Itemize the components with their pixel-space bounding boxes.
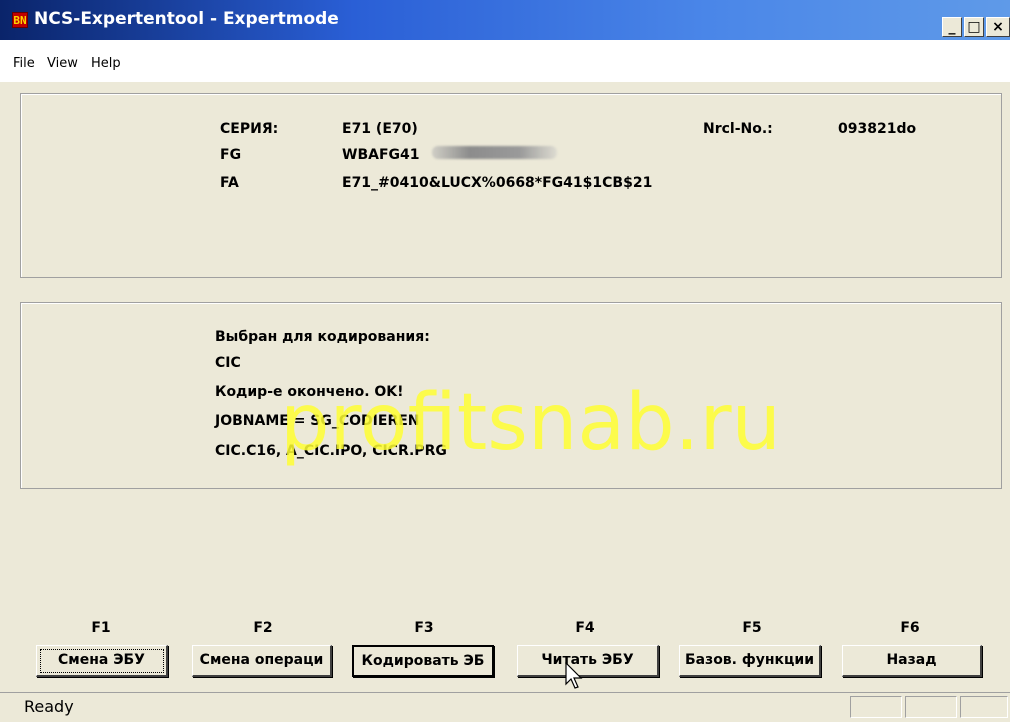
message-panel xyxy=(20,302,1002,489)
redacted-blur xyxy=(432,146,557,159)
fkey-label-f3: F3 xyxy=(414,620,434,636)
app-window: BN NCS-Expertentool - Expertmode _ □ × F… xyxy=(0,0,1010,722)
mouse-cursor-icon xyxy=(565,662,583,689)
status-bar: Ready xyxy=(0,692,1010,722)
change-ecu-button[interactable]: Смена ЭБУ xyxy=(36,645,168,677)
status-cell xyxy=(960,696,1008,718)
menu-file[interactable]: File xyxy=(13,56,35,71)
fkey-label-f6: F6 xyxy=(900,620,920,636)
series-label: СЕРИЯ: xyxy=(220,121,279,137)
menu-view[interactable]: View xyxy=(47,56,78,71)
basic-functions-button[interactable]: Базов. функции xyxy=(679,645,821,677)
fkey-label-f4: F4 xyxy=(575,620,595,636)
menu-bar: File View Help xyxy=(0,40,1010,82)
back-button[interactable]: Назад xyxy=(842,645,982,677)
change-operation-button[interactable]: Смена операци xyxy=(192,645,332,677)
fa-value: E71_#0410&LUCX%0668*FG41$1CB$21 xyxy=(342,175,653,191)
message-line: Кодир-е окончено. OK! xyxy=(215,384,404,400)
nrcl-value: 093821do xyxy=(838,121,917,137)
close-button[interactable]: × xyxy=(986,17,1010,37)
app-icon: BN xyxy=(12,12,28,28)
message-line: Выбран для кодирования: xyxy=(215,329,430,345)
code-ecu-button[interactable]: Кодировать ЭБ xyxy=(352,645,494,677)
title-bar[interactable]: BN NCS-Expertentool - Expertmode _ □ × xyxy=(0,0,1010,40)
message-line: CIC.C16, A_CIC.IPO, CICR.PRG xyxy=(215,443,447,459)
status-text: Ready xyxy=(24,697,74,716)
window-title: NCS-Expertentool - Expertmode xyxy=(34,9,339,29)
fkey-label-f5: F5 xyxy=(742,620,762,636)
fa-label: FA xyxy=(220,175,239,191)
minimize-button[interactable]: _ xyxy=(942,17,962,37)
fg-label: FG xyxy=(220,147,242,163)
status-cell xyxy=(905,696,957,718)
fkey-label-f2: F2 xyxy=(253,620,273,636)
message-line: CIC xyxy=(215,355,241,371)
nrcl-label: Nrcl-No.: xyxy=(703,121,773,137)
status-cell xyxy=(850,696,902,718)
read-ecu-button[interactable]: Читать ЭБУ xyxy=(517,645,659,677)
maximize-button[interactable]: □ xyxy=(964,17,984,37)
message-line: JOBNAME = SG_CODIEREN xyxy=(215,413,420,429)
fkey-label-f1: F1 xyxy=(91,620,111,636)
fg-value: WBAFG41 xyxy=(342,147,420,163)
menu-help[interactable]: Help xyxy=(91,56,121,71)
series-value: E71 (E70) xyxy=(342,121,418,137)
